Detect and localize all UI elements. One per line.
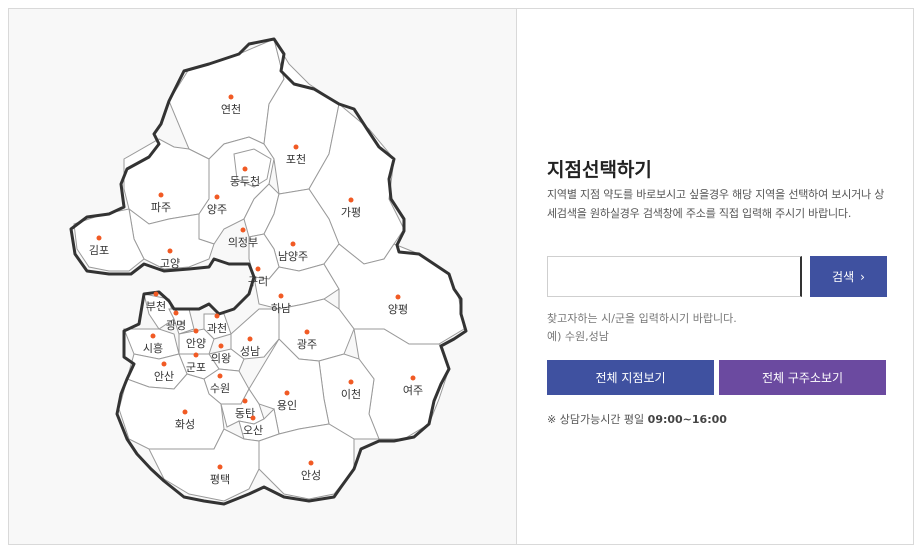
region-label-anyang[interactable]: 안양: [186, 337, 206, 350]
region-dot-uijeongbu: [240, 227, 246, 233]
region-label-bucheon[interactable]: 부천: [146, 299, 166, 313]
region-label-gimpo[interactable]: 김포: [89, 244, 109, 257]
region-dot-gimpo: [96, 235, 102, 241]
region-label-goyang[interactable]: 고양: [160, 257, 180, 270]
region-label-hanam[interactable]: 하남: [271, 301, 291, 315]
region-label-yangju[interactable]: 양주: [207, 203, 227, 216]
region-dot-hanam: [278, 293, 284, 299]
region-dot-suwon: [217, 373, 223, 379]
action-buttons: 전체 지점보기 전체 구주소보기: [547, 360, 886, 395]
region-label-pyeongtaek[interactable]: 평택: [210, 473, 230, 486]
region-label-paju[interactable]: 파주: [151, 201, 171, 214]
region-label-uijeongbu[interactable]: 의정부: [228, 236, 258, 249]
region-dot-paju: [158, 192, 164, 198]
region-label-dongducheon[interactable]: 동두천: [230, 174, 260, 188]
region-dot-gwacheon: [214, 313, 220, 319]
region-label-yongin[interactable]: 용인: [277, 399, 297, 412]
region-dot-anyang: [193, 328, 199, 334]
consult-hours: ※ 상담가능시간 평일 09:00~16:00: [547, 411, 727, 427]
region-dot-yeoju: [410, 375, 416, 381]
region-dot-gapyeong: [348, 197, 354, 203]
region-label-gapyeong[interactable]: 가평: [341, 206, 361, 219]
hint-line-2: 예) 수원,성남: [547, 330, 609, 343]
region-dot-pocheon: [293, 144, 299, 150]
gyeonggi-map: 연천포천동두천파주 양주 가평의정부김포 남양주고양구리부천 하남 양평광명 과천시흥 안양성…: [9, 9, 517, 544]
region-label-uiwang[interactable]: 의왕: [211, 352, 231, 365]
region-dot-uiwang: [218, 343, 224, 349]
region-dot-gwangmyeong: [173, 310, 179, 316]
panel-title: 지점선택하기: [547, 159, 652, 181]
region-label-gwangmyeong[interactable]: 광명: [166, 319, 186, 332]
region-label-siheung[interactable]: 시흥: [143, 341, 163, 355]
region-dot-osan: [250, 415, 256, 421]
search-button-label: 검색: [832, 270, 855, 284]
region-dot-icheon: [348, 379, 354, 385]
map-svg: 연천포천동두천파주 양주 가평의정부김포 남양주고양구리부천 하남 양평광명 과천시흥 안양성…: [69, 37, 468, 506]
region-label-ansan[interactable]: 안산: [154, 370, 174, 383]
region-label-seongnam[interactable]: 성남: [240, 345, 260, 358]
search-button[interactable]: 검색 ›: [810, 256, 887, 297]
region-label-suwon[interactable]: 수원: [210, 382, 230, 395]
branch-select-panel: 지점선택하기 지역별 지점 약도를 바로보시고 싶을경우 해당 지역을 선택하여…: [517, 9, 913, 544]
region-label-hwaseong[interactable]: 화성: [175, 418, 195, 431]
chevron-right-icon: ›: [860, 269, 865, 284]
page-frame: 연천포천동두천파주 양주 가평의정부김포 남양주고양구리부천 하남 양평광명 과천시흥 안양성…: [8, 8, 914, 545]
region-dot-ansan: [161, 361, 167, 367]
region-dot-namyangju: [290, 241, 296, 247]
hours-value: 09:00~16:00: [647, 413, 727, 426]
hint-line-1: 찾고자하는 시/군을 입력하시기 바랍니다.: [547, 312, 737, 325]
region-dot-yangju: [214, 194, 220, 200]
region-dot-yongin: [284, 390, 290, 396]
region-label-pocheon[interactable]: 포천: [286, 152, 306, 166]
all-branches-button[interactable]: 전체 지점보기: [547, 360, 714, 395]
all-old-address-button[interactable]: 전체 구주소보기: [719, 360, 886, 395]
region-dot-siheung: [150, 333, 156, 339]
region-label-yeoju[interactable]: 여주: [403, 384, 423, 397]
region-dot-dongducheon: [242, 166, 248, 172]
region-dot-guri: [255, 266, 261, 272]
region-label-anseong[interactable]: 안성: [301, 469, 321, 482]
region-label-gwangju[interactable]: 광주: [297, 338, 317, 351]
region-label-gwacheon[interactable]: 과천: [207, 321, 227, 335]
panel-description: 지역별 지점 약도를 바로보시고 싶을경우 해당 지역을 선택하여 보시거나 상…: [547, 188, 885, 220]
region-dot-hwaseong: [182, 409, 188, 415]
region-dot-dongtan: [242, 398, 248, 404]
region-dot-pyeongtaek: [217, 464, 223, 470]
region-label-namyangju[interactable]: 남양주: [278, 250, 308, 263]
region-search-input[interactable]: [547, 256, 802, 297]
region-label-guri[interactable]: 구리: [248, 275, 268, 288]
region-dot-goyang: [167, 248, 173, 254]
region-label-osan[interactable]: 오산: [243, 424, 263, 437]
region-dot-bucheon: [153, 291, 159, 297]
search-hint: 찾고자하는 시/군을 입력하시기 바랍니다. 예) 수원,성남: [547, 310, 737, 346]
region-dot-anseong: [308, 460, 314, 466]
region-dot-seongnam: [247, 336, 253, 342]
hours-prefix: ※ 상담가능시간 평일: [547, 413, 645, 426]
region-dot-yeoncheon: [228, 94, 234, 100]
region-label-yeoncheon[interactable]: 연천: [221, 102, 241, 116]
region-label-yangpyeong[interactable]: 양평: [388, 303, 408, 316]
region-label-gunpo[interactable]: 군포: [186, 361, 206, 374]
region-dot-yangpyeong: [395, 294, 401, 300]
region-dot-gwangju: [304, 329, 310, 335]
search-row: 검색 ›: [547, 256, 887, 297]
region-dot-gunpo: [193, 352, 199, 358]
region-label-icheon[interactable]: 이천: [341, 387, 361, 401]
